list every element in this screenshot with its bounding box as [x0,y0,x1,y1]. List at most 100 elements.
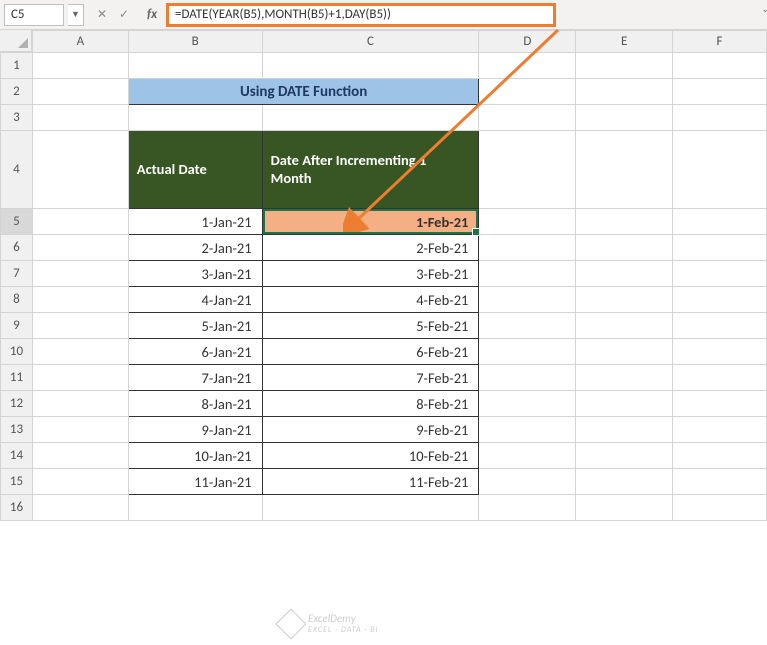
cell[interactable] [673,365,767,391]
cell[interactable] [576,443,673,469]
cell[interactable] [673,417,767,443]
table-row[interactable]: 1-Jan-21 [128,209,262,235]
cell[interactable] [32,131,128,209]
cell[interactable] [32,287,128,313]
cell[interactable] [673,235,767,261]
cell[interactable] [673,391,767,417]
row-header[interactable]: 16 [1,495,33,521]
cell[interactable] [479,235,576,261]
cell[interactable] [576,79,673,105]
row-header[interactable]: 14 [1,443,33,469]
cell[interactable] [32,391,128,417]
cell[interactable] [32,365,128,391]
cell[interactable] [576,417,673,443]
cell[interactable] [32,261,128,287]
cell[interactable] [576,53,673,79]
cell[interactable] [673,339,767,365]
cell[interactable] [32,469,128,495]
cell[interactable] [673,105,767,131]
cell[interactable] [673,209,767,235]
table-row[interactable]: 9-Jan-21 [128,417,262,443]
cell[interactable] [673,469,767,495]
cell[interactable] [479,443,576,469]
cell[interactable] [128,105,262,131]
col-header-C[interactable]: C [262,31,479,53]
cell[interactable] [32,313,128,339]
row-header[interactable]: 15 [1,469,33,495]
table-row[interactable]: 8-Jan-21 [128,391,262,417]
table-row[interactable]: 5-Jan-21 [128,313,262,339]
enter-icon[interactable]: ✓ [114,5,134,25]
cell[interactable] [479,417,576,443]
cell[interactable] [479,131,576,209]
table-header-actual[interactable]: Actual Date [128,131,262,209]
row-header[interactable]: 7 [1,261,33,287]
title-cell[interactable]: Using DATE Function [128,79,479,105]
row-header[interactable]: 5 [1,209,33,235]
cell[interactable] [262,53,479,79]
cell[interactable] [32,417,128,443]
row-header[interactable]: 11 [1,365,33,391]
formula-expand-icon[interactable]: ⌄ [761,4,767,15]
table-header-result[interactable]: Date After Incrementing 1 Month [262,131,479,209]
cell[interactable] [32,209,128,235]
cell[interactable] [576,105,673,131]
row-header[interactable]: 2 [1,79,33,105]
table-row[interactable]: 8-Feb-21 [262,391,479,417]
cell[interactable] [32,443,128,469]
col-header-A[interactable]: A [32,31,128,53]
table-row[interactable]: 2-Jan-21 [128,235,262,261]
table-row[interactable]: 5-Feb-21 [262,313,479,339]
cell[interactable] [32,105,128,131]
table-row[interactable]: 3-Jan-21 [128,261,262,287]
cell[interactable] [479,79,576,105]
name-box[interactable]: C5 [4,4,64,26]
cell[interactable] [576,209,673,235]
cell[interactable] [128,53,262,79]
cell[interactable] [576,235,673,261]
table-row[interactable]: 4-Feb-21 [262,287,479,313]
cell[interactable] [479,339,576,365]
active-cell[interactable]: 1-Feb-21 [262,209,479,235]
col-header-D[interactable]: D [479,31,576,53]
row-header[interactable]: 9 [1,313,33,339]
cell[interactable] [479,105,576,131]
select-all-triangle[interactable] [0,30,32,52]
cell[interactable] [673,131,767,209]
cell[interactable] [673,495,767,521]
cell[interactable] [673,443,767,469]
cell[interactable] [32,495,128,521]
name-box-dropdown-icon[interactable]: ▼ [68,4,84,26]
cell[interactable] [479,261,576,287]
cell[interactable] [576,287,673,313]
cell[interactable] [576,365,673,391]
table-row[interactable]: 6-Jan-21 [128,339,262,365]
table-row[interactable]: 4-Jan-21 [128,287,262,313]
row-header[interactable]: 12 [1,391,33,417]
table-row[interactable]: 9-Feb-21 [262,417,479,443]
cell[interactable] [32,79,128,105]
cell[interactable] [262,495,479,521]
cell[interactable] [673,261,767,287]
col-header-B[interactable]: B [128,31,262,53]
cell[interactable] [576,313,673,339]
row-header[interactable]: 3 [1,105,33,131]
cell[interactable] [576,131,673,209]
row-header[interactable]: 8 [1,287,33,313]
cell[interactable] [32,235,128,261]
fx-icon[interactable]: fx [142,7,162,22]
table-row[interactable]: 3-Feb-21 [262,261,479,287]
cell[interactable] [576,261,673,287]
cell[interactable] [128,495,262,521]
row-header[interactable]: 6 [1,235,33,261]
row-header[interactable]: 4 [1,131,33,209]
col-header-E[interactable]: E [576,31,673,53]
cell[interactable] [479,495,576,521]
cell[interactable] [576,391,673,417]
table-row[interactable]: 10-Feb-21 [262,443,479,469]
cell[interactable] [576,469,673,495]
row-header[interactable]: 13 [1,417,33,443]
cell[interactable] [479,209,576,235]
cell[interactable] [576,495,673,521]
table-row[interactable]: 7-Jan-21 [128,365,262,391]
